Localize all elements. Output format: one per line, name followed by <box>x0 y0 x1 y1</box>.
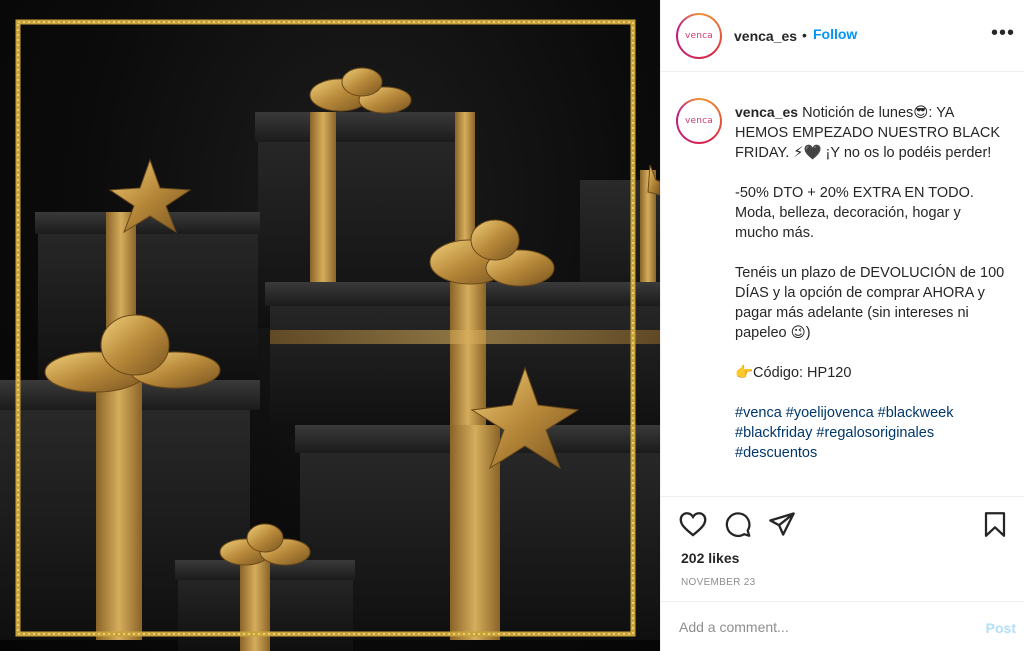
comment-input[interactable] <box>679 615 959 639</box>
post-header: venca venca_es • Follow ••• <box>661 0 1024 72</box>
post-date[interactable]: NOVEMBER 23 <box>681 577 755 588</box>
separator-dot: • <box>802 27 807 43</box>
caption-text: venca_es Notición de lunes😎: YA HEMOS EMP… <box>735 102 1005 463</box>
post-actions: 202 likes NOVEMBER 23 <box>661 497 1024 601</box>
avatar[interactable]: venca <box>676 13 722 59</box>
comment-icon[interactable] <box>724 511 752 543</box>
hashtags[interactable]: #venca #yoelijovenca #blackweek #blackfr… <box>735 405 957 461</box>
post-side-panel: venca venca_es • Follow ••• venca venca_… <box>660 0 1024 651</box>
heart-icon[interactable] <box>679 511 707 542</box>
bookmark-icon[interactable] <box>983 511 1007 543</box>
more-options-icon[interactable]: ••• <box>991 22 1015 45</box>
caption-username[interactable]: venca_es <box>735 104 798 120</box>
username-link[interactable]: venca_es <box>734 28 797 44</box>
share-icon[interactable] <box>768 511 796 542</box>
gift-boxes-illustration <box>0 19 660 651</box>
comment-bar: Post <box>661 601 1024 651</box>
follow-button[interactable]: Follow <box>813 26 857 42</box>
caption-avatar-logo: venca <box>684 116 714 126</box>
avatar-logo: venca <box>684 31 714 41</box>
likes-count[interactable]: 202 likes <box>681 550 739 566</box>
post-image[interactable] <box>0 0 660 651</box>
caption-section: venca venca_es Notición de lunes😎: YA HEM… <box>661 72 1024 497</box>
caption-body: Notición de lunes😎: YA HEMOS EMPEZADO NU… <box>735 105 1005 381</box>
caption-avatar[interactable]: venca <box>676 98 722 144</box>
post-button[interactable]: Post <box>986 620 1016 636</box>
